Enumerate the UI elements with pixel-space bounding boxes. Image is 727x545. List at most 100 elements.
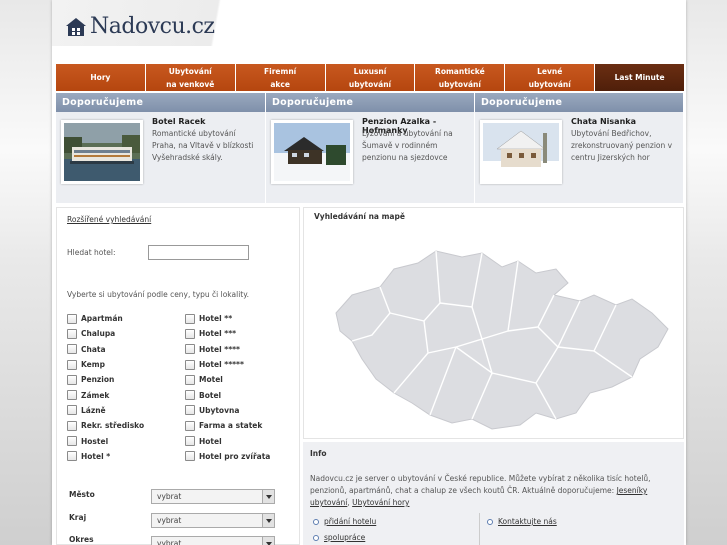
nav-item-last-minute[interactable]: Last Minute bbox=[595, 64, 685, 91]
chevron-down-icon[interactable] bbox=[262, 537, 274, 545]
nav-item-firemni[interactable]: Firemní akce bbox=[235, 64, 326, 91]
info-panel: Info Nadovcu.cz je server o ubytování v … bbox=[303, 442, 684, 545]
add-hotel-label: přidání hotelu bbox=[324, 517, 377, 526]
chevron-down-icon[interactable] bbox=[262, 490, 274, 503]
type-option[interactable]: Kemp bbox=[67, 357, 144, 372]
advanced-search-link[interactable]: Rozšířené vyhledávání bbox=[67, 215, 151, 224]
type-option[interactable]: Hotel ***** bbox=[185, 357, 270, 372]
cottage-photo bbox=[483, 123, 559, 181]
recommendation-photo[interactable] bbox=[480, 120, 562, 184]
type-checkboxes-col2: Hotel ** Hotel *** Hotel **** Hotel ****… bbox=[185, 311, 270, 464]
type-option[interactable]: Lázně bbox=[67, 403, 144, 418]
recommendation-photo[interactable] bbox=[61, 120, 143, 184]
district-select-value: vybrat bbox=[157, 539, 182, 545]
type-option[interactable]: Botel bbox=[185, 387, 270, 402]
type-option[interactable]: Chata bbox=[67, 342, 144, 357]
checkbox[interactable] bbox=[67, 374, 77, 385]
recommendation-title[interactable]: Chata Nisanka bbox=[571, 117, 636, 126]
type-label: Hotel pro zvířata bbox=[199, 451, 271, 461]
nav-item-romanticke[interactable]: Romantické ubytování bbox=[415, 64, 506, 91]
type-option[interactable]: Apartmán bbox=[67, 311, 144, 326]
type-label: Hotel **** bbox=[199, 344, 240, 354]
type-option[interactable]: Motel bbox=[185, 372, 270, 387]
checkbox[interactable] bbox=[185, 390, 195, 401]
recommendation-desc: Ubytování Bedřichov, zrekonstruovaný pen… bbox=[571, 129, 673, 162]
info-link-hory[interactable]: Ubytování hory bbox=[352, 498, 409, 507]
type-option[interactable]: Hotel ** bbox=[185, 311, 270, 326]
checkbox[interactable] bbox=[185, 420, 195, 431]
checkbox[interactable] bbox=[67, 436, 77, 447]
type-option[interactable]: Hostel bbox=[67, 433, 144, 448]
bullet-icon bbox=[487, 518, 493, 525]
nav-label-2: akce bbox=[270, 79, 290, 89]
main-nav: Hory Ubytování na venkově Firemní akce Lux… bbox=[56, 64, 685, 91]
site-logo[interactable]: Nadovcu.cz bbox=[64, 14, 215, 39]
recommendation-desc: Romantické ubytování Praha, na Vltavě v … bbox=[152, 129, 254, 162]
type-option[interactable]: Hotel bbox=[185, 433, 270, 448]
nav-label: Firemní bbox=[264, 66, 297, 76]
info-text: Nadovcu.cz je server o ubytování v České… bbox=[310, 473, 678, 509]
region-select[interactable]: vybrat bbox=[151, 513, 275, 528]
page: Nadovcu.cz Hory Ubytování na venkově Fire… bbox=[52, 0, 686, 545]
checkbox[interactable] bbox=[185, 313, 195, 324]
divider bbox=[479, 513, 480, 545]
bullet-icon bbox=[313, 518, 319, 525]
nav-label: Last Minute bbox=[614, 73, 665, 82]
recommendation-heading: Doporučujeme bbox=[266, 93, 474, 112]
nav-label: Ubytování bbox=[168, 66, 212, 76]
nav-item-luxusni[interactable]: Luxusní ubytování bbox=[325, 64, 416, 91]
type-option[interactable]: Chalupa bbox=[67, 326, 144, 341]
checkbox[interactable] bbox=[67, 451, 77, 462]
district-select[interactable]: vybrat bbox=[151, 536, 275, 545]
type-label: Kemp bbox=[81, 360, 105, 370]
type-label: Motel bbox=[199, 375, 223, 385]
type-option[interactable]: Ubytovna bbox=[185, 403, 270, 418]
checkbox[interactable] bbox=[67, 405, 77, 416]
district-label: Okres bbox=[69, 535, 94, 544]
checkbox[interactable] bbox=[67, 420, 77, 431]
type-label: Botel bbox=[199, 390, 222, 400]
recommendation-photo[interactable] bbox=[271, 120, 353, 184]
type-option[interactable]: Hotel * bbox=[67, 449, 144, 464]
cooperation-link[interactable]: spolupráce bbox=[313, 533, 365, 542]
checkbox[interactable] bbox=[185, 436, 195, 447]
bullet-icon bbox=[313, 534, 319, 541]
checkbox[interactable] bbox=[185, 374, 195, 385]
checkbox[interactable] bbox=[67, 359, 77, 370]
city-select[interactable]: vybrat bbox=[151, 489, 275, 504]
city-label: Město bbox=[69, 490, 95, 499]
type-option[interactable]: Hotel *** bbox=[185, 326, 270, 341]
checkbox[interactable] bbox=[185, 344, 195, 355]
checkbox[interactable] bbox=[67, 344, 77, 355]
nav-item-venkov[interactable]: Ubytování na venkově bbox=[145, 64, 236, 91]
type-option[interactable]: Farma a statek bbox=[185, 418, 270, 433]
type-label: Chata bbox=[81, 344, 106, 354]
add-hotel-link[interactable]: přidání hotelu bbox=[313, 517, 376, 526]
nav-item-hory[interactable]: Hory bbox=[56, 64, 146, 91]
chevron-down-icon[interactable] bbox=[262, 514, 274, 527]
type-option[interactable]: Penzion bbox=[67, 372, 144, 387]
checkbox[interactable] bbox=[67, 328, 77, 339]
contact-label: Kontaktujte nás bbox=[498, 517, 557, 526]
checkbox[interactable] bbox=[67, 313, 77, 324]
type-option[interactable]: Rekr. středisko bbox=[67, 418, 144, 433]
checkbox[interactable] bbox=[185, 451, 195, 462]
checkbox[interactable] bbox=[185, 359, 195, 370]
search-panel: Rozšířené vyhledávání Hledat hotel: Vybe… bbox=[56, 207, 300, 545]
checkbox[interactable] bbox=[185, 405, 195, 416]
checkbox[interactable] bbox=[185, 328, 195, 339]
nav-label-2: na venkově bbox=[166, 79, 215, 89]
boat-photo bbox=[64, 123, 140, 181]
hotel-search-input[interactable] bbox=[148, 245, 249, 260]
type-label: Hotel ***** bbox=[199, 360, 244, 370]
type-option[interactable]: Hotel pro zvířata bbox=[185, 449, 270, 464]
hotel-search-label: Hledat hotel: bbox=[67, 248, 116, 257]
recommendation-title[interactable]: Botel Racek bbox=[152, 117, 205, 126]
checkbox[interactable] bbox=[67, 390, 77, 401]
type-option[interactable]: Zámek bbox=[67, 387, 144, 402]
recommendation-card: Doporučujeme Penzion Azalka - Hofmanky L… bbox=[265, 93, 474, 203]
type-option[interactable]: Hotel **** bbox=[185, 342, 270, 357]
czech-region-map[interactable] bbox=[332, 243, 672, 433]
contact-link[interactable]: Kontaktujte nás bbox=[487, 517, 557, 526]
nav-item-levne[interactable]: Levné ubytování bbox=[505, 64, 596, 91]
